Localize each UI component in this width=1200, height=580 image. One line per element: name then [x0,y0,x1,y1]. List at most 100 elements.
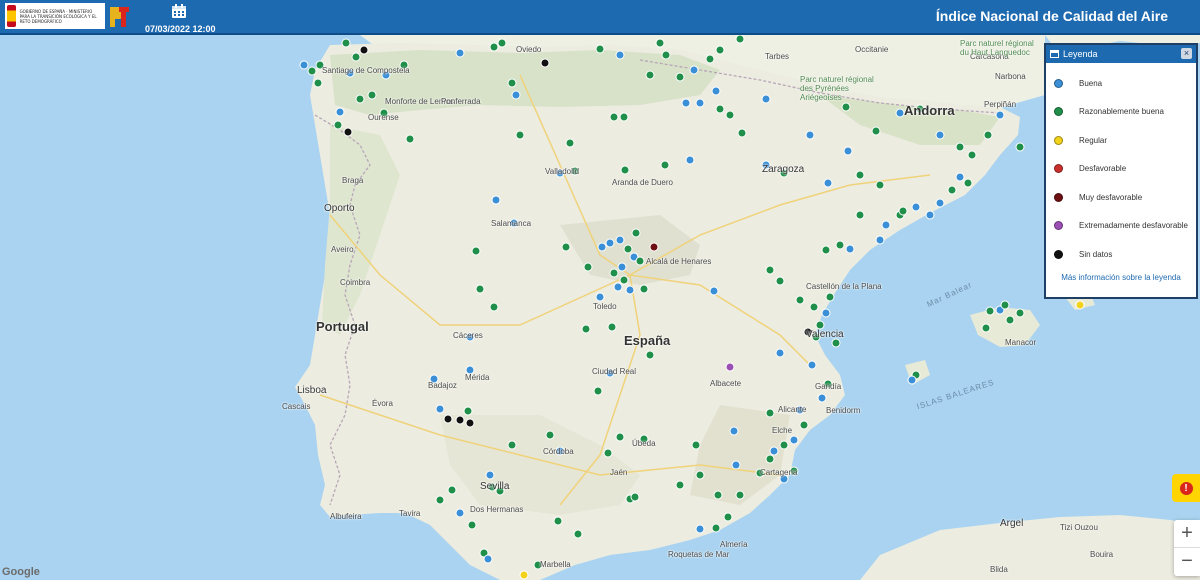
zoom-out-button[interactable]: − [1174,548,1200,576]
station-marker[interactable] [561,242,571,252]
station-marker[interactable] [615,432,625,442]
station-marker[interactable] [731,460,741,470]
station-marker[interactable] [985,306,995,316]
station-marker[interactable] [695,98,705,108]
station-marker[interactable] [609,268,619,278]
station-marker[interactable] [465,418,475,428]
station-marker[interactable] [689,65,699,75]
station-marker[interactable] [471,246,481,256]
station-marker[interactable] [595,44,605,54]
station-marker[interactable] [1015,308,1025,318]
station-marker[interactable] [455,508,465,518]
station-marker[interactable] [675,480,685,490]
station-marker[interactable] [553,516,563,526]
station-marker[interactable] [691,440,701,450]
station-marker[interactable] [723,512,733,522]
station-marker[interactable] [765,265,775,275]
calendar-icon[interactable] [171,3,187,19]
station-marker[interactable] [981,323,991,333]
station-marker[interactable] [583,262,593,272]
station-marker[interactable] [775,276,785,286]
station-marker[interactable] [871,126,881,136]
station-marker[interactable] [485,470,495,480]
station-marker[interactable] [995,110,1005,120]
station-marker[interactable] [967,150,977,160]
station-marker[interactable] [613,282,623,292]
station-marker[interactable] [855,170,865,180]
station-marker[interactable] [685,155,695,165]
station-marker[interactable] [443,414,453,424]
more-info-link[interactable]: Más información sobre la leyenda [1046,273,1196,282]
station-marker[interactable] [660,160,670,170]
station-marker[interactable] [841,102,851,112]
station-marker[interactable] [299,60,309,70]
station-marker[interactable] [435,495,445,505]
station-marker[interactable] [835,240,845,250]
station-marker[interactable] [709,286,719,296]
map-canvas[interactable]: España Portugal Andorra Lisboa Oporto Br… [0,35,1200,580]
station-marker[interactable] [603,448,613,458]
station-marker[interactable] [597,242,607,252]
station-marker[interactable] [581,324,591,334]
station-marker[interactable] [983,130,993,140]
station-marker[interactable] [1015,142,1025,152]
station-marker[interactable] [455,415,465,425]
station-marker[interactable] [359,45,369,55]
station-marker[interactable] [805,130,815,140]
station-marker[interactable] [619,275,629,285]
station-marker[interactable] [519,570,529,580]
station-marker[interactable] [607,322,617,332]
station-marker[interactable] [695,524,705,534]
station-marker[interactable] [630,492,640,502]
station-marker[interactable] [881,220,891,230]
station-marker[interactable] [313,78,323,88]
station-marker[interactable] [735,490,745,500]
station-marker[interactable] [725,110,735,120]
station-marker[interactable] [735,35,745,44]
station-marker[interactable] [511,90,521,100]
station-marker[interactable] [795,295,805,305]
station-marker[interactable] [639,284,649,294]
station-marker[interactable] [675,72,685,82]
station-marker[interactable] [875,180,885,190]
station-marker[interactable] [815,320,825,330]
station-marker[interactable] [615,50,625,60]
station-marker[interactable] [898,206,908,216]
station-marker[interactable] [497,38,507,48]
station-marker[interactable] [565,138,575,148]
station-marker[interactable] [715,104,725,114]
station-marker[interactable] [307,66,317,76]
station-marker[interactable] [817,393,827,403]
station-marker[interactable] [681,98,691,108]
station-marker[interactable] [649,242,659,252]
station-marker[interactable] [925,210,935,220]
station-marker[interactable] [335,107,345,117]
station-marker[interactable] [725,362,735,372]
station-marker[interactable] [635,256,645,266]
station-marker[interactable] [715,45,725,55]
station-marker[interactable] [620,165,630,175]
station-marker[interactable] [645,70,655,80]
station-marker[interactable] [775,348,785,358]
station-marker[interactable] [799,420,809,430]
station-marker[interactable] [619,112,629,122]
station-marker[interactable] [515,130,525,140]
station-marker[interactable] [1075,300,1085,310]
station-marker[interactable] [467,520,477,530]
station-marker[interactable] [947,185,957,195]
station-marker[interactable] [1000,300,1010,310]
station-marker[interactable] [843,146,853,156]
zoom-in-button[interactable]: + [1174,520,1200,548]
station-marker[interactable] [955,142,965,152]
station-marker[interactable] [711,86,721,96]
station-marker[interactable] [779,440,789,450]
station-marker[interactable] [489,302,499,312]
station-marker[interactable] [507,78,517,88]
station-marker[interactable] [463,406,473,416]
station-marker[interactable] [713,490,723,500]
station-marker[interactable] [963,178,973,188]
station-marker[interactable] [540,58,550,68]
station-marker[interactable] [615,235,625,245]
station-marker[interactable] [855,210,865,220]
station-marker[interactable] [625,285,635,295]
